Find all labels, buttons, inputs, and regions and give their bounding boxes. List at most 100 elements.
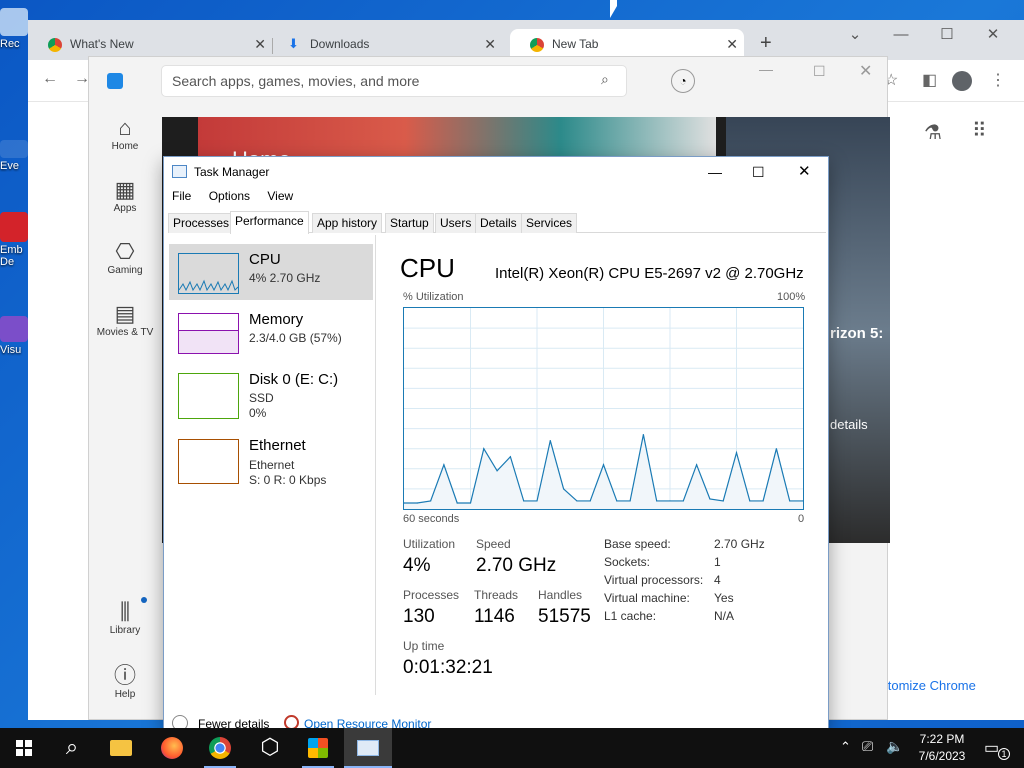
nav-gaming[interactable]: ⎔ Gaming [89,239,161,276]
stat-label: Threads [474,588,519,602]
cpu-data-point [549,440,551,442]
nav-label: Gaming [107,265,143,276]
desktop-icon-recycle-bin[interactable]: Rec [0,8,28,50]
nav-apps[interactable]: ▦ Apps [89,177,161,214]
tm-close-button[interactable]: ✕ [798,157,811,187]
cpu-data-point [576,500,578,502]
task-manager-taskbar-button[interactable] [344,728,392,768]
search-icon[interactable]: ⌕ [601,71,609,88]
nav-help[interactable]: ⓘ Help [89,663,161,700]
cpu-data-point [589,500,591,502]
chrome-favicon-icon [530,38,544,52]
tm-menu-bar: File Options View [172,189,307,209]
store-search-input[interactable]: Search apps, games, movies, and more [161,65,627,97]
chrome-minimize-button[interactable]: — [878,20,924,52]
profile-avatar-icon[interactable] [952,71,972,91]
firefox-icon [161,737,183,759]
desktop-icon-emb[interactable]: Emb De [0,212,28,268]
chrome-maximize-button[interactable]: ☐ [924,20,970,52]
hero-side-details-link[interactable]: details [830,417,868,432]
chrome-menu-icon[interactable]: ⋮ [990,70,1006,90]
library-icon: ⫼ [119,599,131,624]
cpu-data-point [709,498,711,500]
disk-sparkline [178,373,239,419]
nav-movies-tv[interactable]: ▤ Movies & TV [89,301,161,338]
store-close-button[interactable]: ✕ [859,61,872,81]
action-center-icon[interactable]: ▭ [984,738,999,758]
library-update-badge [141,597,147,603]
tab-app-history[interactable]: App history [312,213,383,233]
perf-item-cpu[interactable]: CPU 4% 2.70 GHz [169,244,373,300]
tm-minimize-button[interactable]: — [708,157,722,187]
task-manager-icon [172,165,187,178]
clock[interactable]: 7:22 PM 7/6/2023 [918,732,966,763]
perf-item-ethernet[interactable]: Ethernet Ethernet S: 0 R: 0 Kbps [169,430,373,490]
perf-item-detail: Ethernet [249,458,295,472]
apps-grid-icon[interactable]: ⠿ [972,118,987,143]
tab-processes[interactable]: Processes [168,213,235,233]
desktop-icon-eve[interactable]: Eve [0,140,28,172]
graph-x-left-label: 60 seconds [403,513,460,525]
nav-label: Movies & TV [96,327,154,338]
back-arrow-icon[interactable]: ← [42,70,58,88]
desktop-icon-label: Visu [0,344,22,356]
tab-search-chevron-icon[interactable]: ⌄ [832,20,878,52]
desktop-icon-visu[interactable]: Visu [0,316,28,356]
store-taskbar-button[interactable] [294,728,342,768]
cpu-data-point [456,502,458,504]
perf-item-memory[interactable]: Memory 2.3/4.0 GB (57%) [169,304,373,360]
tab-startup[interactable]: Startup [385,213,434,233]
cpu-sparkline [178,253,239,294]
menu-file[interactable]: File [172,189,191,203]
menu-view[interactable]: View [267,189,293,203]
file-explorer-taskbar-button[interactable] [98,728,146,768]
help-icon: ⓘ [113,663,136,688]
tab-details[interactable]: Details [475,213,522,233]
nav-home[interactable]: ⌂ Home [89,115,161,152]
tm-maximize-button[interactable]: ☐ [752,157,765,187]
chrome-close-button[interactable]: ✕ [970,20,1016,52]
perf-item-name: CPU [249,251,281,268]
chrome-taskbar-button[interactable] [196,728,244,768]
nav-label: Apps [113,203,137,214]
home-icon: ⌂ [118,115,132,140]
3d-viewer-icon[interactable]: ⬡ [246,728,294,768]
firefox-taskbar-button[interactable] [148,728,196,768]
labs-flask-icon[interactable]: ⚗ [924,120,942,145]
spec-label: Base speed: [604,537,671,551]
store-bag-icon [308,738,328,758]
stat-label: Up time [403,639,445,653]
network-icon[interactable]: ⎚ [862,738,873,755]
nav-library[interactable]: ⫼ Library [89,599,161,636]
tab-users[interactable]: Users [435,213,477,233]
store-minimize-button[interactable]: — [759,61,773,77]
threads-value: 1146 [474,606,515,627]
tab-performance[interactable]: Performance [230,211,309,234]
taskbar: ⌕ ⬡ ⌃ ⎚ 🔈 7:22 PM 7/6/2023 ▭ 1 [0,728,1024,768]
tab-services[interactable]: Services [521,213,578,233]
cpu-data-point [629,500,631,502]
new-tab-button[interactable]: + [760,32,772,55]
stat-label: Speed [476,537,511,551]
cpu-data-point [762,500,764,502]
hero-side-title: rizon 5: [830,325,884,342]
volume-muted-icon[interactable]: 🔈 [886,738,903,755]
start-button[interactable] [0,728,48,768]
chrome-icon [209,737,231,759]
cpu-data-point [696,464,698,466]
tm-title-bar: Task Manager — ☐ ✕ [164,157,828,187]
user-account-icon[interactable]: ◔ [671,69,695,93]
store-logo-icon [107,73,123,89]
customize-chrome-button[interactable]: ustomize Chrome [874,678,976,693]
show-hidden-icons-chevron-icon[interactable]: ⌃ [840,739,851,755]
perf-item-disk[interactable]: Disk 0 (E: C:) SSD 0% [169,364,373,426]
search-icon[interactable]: ⌕ [48,728,96,768]
cpu-data-point [443,464,445,466]
app-icon [0,212,28,242]
store-maximize-button[interactable]: ☐ [813,63,826,80]
side-panel-icon[interactable]: ◧ [922,70,937,90]
store-nav: ⌂ Home ▦ Apps ⎔ Gaming ▤ Movies & TV ⫼ Librar… [89,97,161,721]
perf-item-detail: 0% [249,406,267,420]
perf-item-detail: S: 0 R: 0 Kbps [249,473,327,487]
menu-options[interactable]: Options [209,189,250,203]
